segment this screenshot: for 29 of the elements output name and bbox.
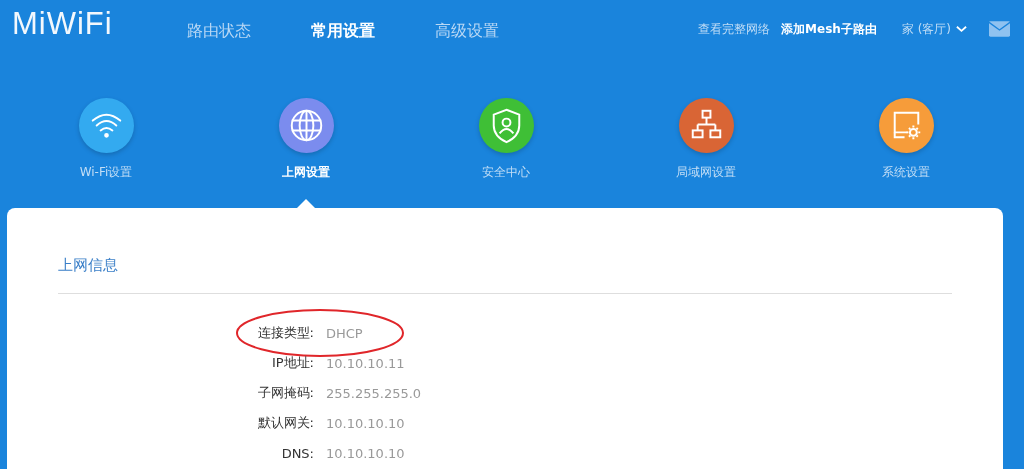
category-link[interactable]: 局域网设置 xyxy=(676,164,736,181)
field-label: DNS: xyxy=(280,445,314,461)
field-value: 255.255.255.0 xyxy=(326,385,422,401)
category-icon[interactable] xyxy=(678,98,734,153)
location-dropdown[interactable]: 家 (客厅) xyxy=(901,20,967,38)
top-link[interactable]: 添加Mesh子路由 xyxy=(781,20,877,38)
field-value: DHCP xyxy=(326,325,363,341)
category-link[interactable]: Wi-Fi设置 xyxy=(79,164,133,181)
field-label: IP地址: xyxy=(270,354,314,372)
category-icon[interactable] xyxy=(478,98,534,153)
nav-tab[interactable]: 路由状态 xyxy=(187,20,251,42)
category-icon[interactable] xyxy=(278,98,334,153)
field-label: 子网掩码: xyxy=(256,384,314,402)
top-link[interactable]: 查看完整网络 xyxy=(698,20,771,38)
category-link[interactable]: 上网设置 xyxy=(282,164,330,181)
category-icon[interactable] xyxy=(878,98,934,153)
field-value: 10.10.10.11 xyxy=(326,355,405,371)
field-label: 连接类型: xyxy=(256,324,314,342)
logo[interactable]: MiWiFi xyxy=(12,6,187,42)
chevron-down-icon xyxy=(956,25,967,33)
field-label: 默认网关: xyxy=(256,414,314,432)
nav-tab[interactable]: 常用设置 xyxy=(311,20,375,42)
panel-title: 上网信息 xyxy=(58,256,119,276)
field-value: 10.10.10.10 xyxy=(326,445,405,461)
category-link[interactable]: 系统设置 xyxy=(882,164,930,181)
category-link[interactable]: 安全中心 xyxy=(482,164,530,181)
nav-tab[interactable]: 高级设置 xyxy=(435,20,499,42)
field-value: 10.10.10.10 xyxy=(326,415,405,431)
category-icon[interactable] xyxy=(78,98,134,153)
